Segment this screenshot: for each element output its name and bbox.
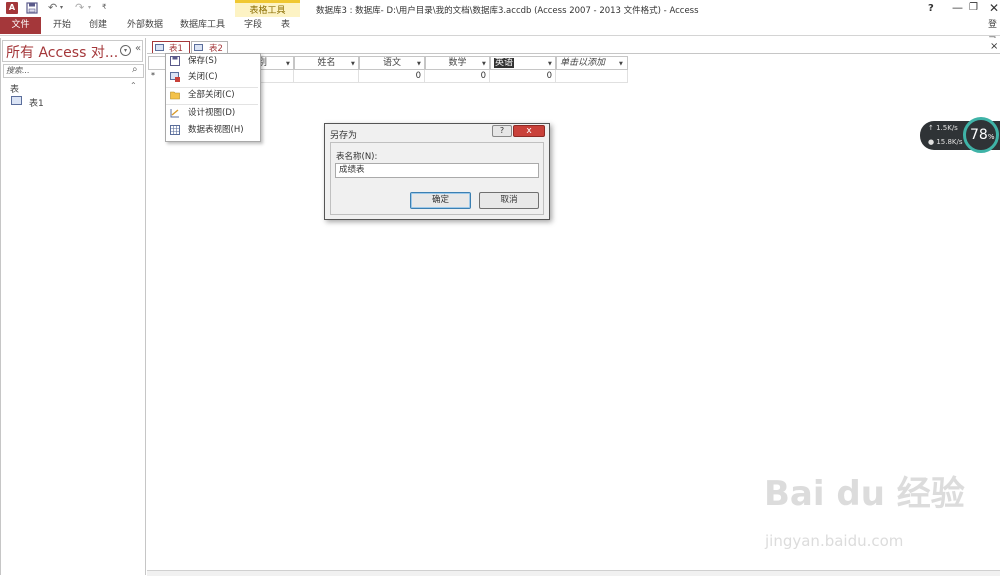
column-dropdown-icon[interactable]: ▼ [619, 61, 623, 67]
tab-home[interactable]: 开始 [53, 17, 71, 34]
close-document-button[interactable]: × [990, 41, 998, 52]
table-name-input[interactable]: 成绩表 [335, 163, 539, 178]
table-icon [155, 44, 164, 51]
redo-icon[interactable]: ↷ [75, 1, 84, 14]
restore-button[interactable]: ❐ [969, 2, 978, 13]
select-all-cell[interactable] [148, 56, 166, 70]
tab-database-tools[interactable]: 数据库工具 [180, 17, 225, 34]
customize-qat-icon[interactable]: ₹ [102, 3, 106, 11]
collapse-pane-icon[interactable]: « [135, 43, 141, 54]
minimize-button[interactable]: — [952, 1, 963, 14]
table-icon [194, 44, 203, 51]
grid-cell-chinese[interactable]: 0 [359, 70, 425, 83]
nav-search-input[interactable]: 搜索... [6, 65, 30, 76]
menu-item-design-view[interactable]: 设计视图(D) [166, 105, 258, 121]
menu-item-save[interactable]: 保存(S) [166, 53, 258, 69]
tab-create[interactable]: 创建 [89, 17, 107, 34]
navigation-pane [0, 38, 146, 575]
new-row-marker[interactable]: * [151, 71, 155, 80]
column-header-click-to-add[interactable]: 单击以添加 [556, 56, 628, 70]
column-header-english-label[interactable]: 英语 [494, 58, 515, 68]
help-button[interactable]: ? [928, 3, 934, 14]
column-header-english[interactable]: 英语 [490, 56, 556, 70]
file-tab[interactable]: 文件 [0, 17, 41, 34]
column-dropdown-icon[interactable]: ▼ [548, 61, 552, 67]
memory-usage-percent: 78% [970, 127, 995, 143]
table-name-label: 表名称(N): [336, 152, 378, 162]
save-icon[interactable] [26, 2, 38, 14]
grid-cell[interactable] [294, 70, 359, 83]
chevron-up-icon[interactable]: ⌃ [130, 81, 137, 90]
column-header-chinese[interactable]: 语文 [359, 56, 425, 70]
tab-external-data[interactable]: 外部数据 [127, 17, 163, 34]
grid-cell-math[interactable]: 0 [425, 70, 490, 83]
tab-fields[interactable]: 字段 [244, 17, 262, 34]
access-app-icon[interactable]: A [6, 2, 18, 14]
dialog-title: 另存为 [330, 131, 358, 141]
window-title: 数据库3 : 数据库- D:\用户目录\我的文档\数据库3.accdb (Acc… [316, 6, 699, 16]
context-tab-group-label: 表格工具 [249, 6, 286, 16]
nav-group-tables[interactable]: 表 [10, 82, 19, 95]
grid-cell[interactable] [556, 70, 628, 83]
download-speed: ● 15.8K/s [928, 138, 963, 146]
redo-dropdown-icon[interactable]: ▾ [88, 4, 91, 11]
sidebar-item-table1[interactable]: 表1 [29, 96, 44, 109]
grid-cell-english[interactable]: 0 [490, 70, 556, 83]
cancel-button[interactable]: 取消 [479, 192, 539, 209]
undo-icon[interactable]: ↶ [48, 1, 57, 14]
horizontal-scrollbar[interactable] [147, 570, 1000, 576]
ok-button[interactable]: 确定 [410, 192, 471, 209]
chevron-down-icon[interactable]: ▾ [120, 45, 131, 56]
column-dropdown-icon[interactable]: ▼ [286, 61, 290, 67]
column-dropdown-icon[interactable]: ▼ [482, 61, 486, 67]
close-window-button[interactable]: ✕ [989, 1, 999, 15]
upload-speed: ↑ 1.5K/s [928, 124, 958, 132]
menu-item-close-all[interactable]: 全部关闭(C) [166, 87, 258, 103]
search-icon[interactable]: ⌕ [132, 64, 138, 75]
nav-pane-title[interactable]: 所有 Access 对... [6, 42, 118, 62]
column-dropdown-icon[interactable]: ▼ [351, 61, 355, 67]
baidu-watermark: Bai du 经验 [764, 474, 965, 514]
column-header-name[interactable]: 姓名 [294, 56, 359, 70]
column-header-math[interactable]: 数学 [425, 56, 490, 70]
dialog-close-button[interactable]: x [513, 125, 545, 137]
tab-table[interactable]: 表 [281, 17, 290, 34]
baidu-watermark-url: jingyan.baidu.com [765, 532, 904, 550]
column-dropdown-icon[interactable]: ▼ [417, 61, 421, 67]
tab-strip-divider [147, 53, 1000, 54]
menu-item-close[interactable]: 关闭(C) [166, 69, 258, 85]
dialog-help-button[interactable]: ? [492, 125, 512, 137]
menu-item-datasheet-view[interactable]: 数据表视图(H) [166, 122, 258, 138]
table-icon [11, 96, 22, 105]
undo-dropdown-icon[interactable]: ▾ [60, 4, 63, 11]
